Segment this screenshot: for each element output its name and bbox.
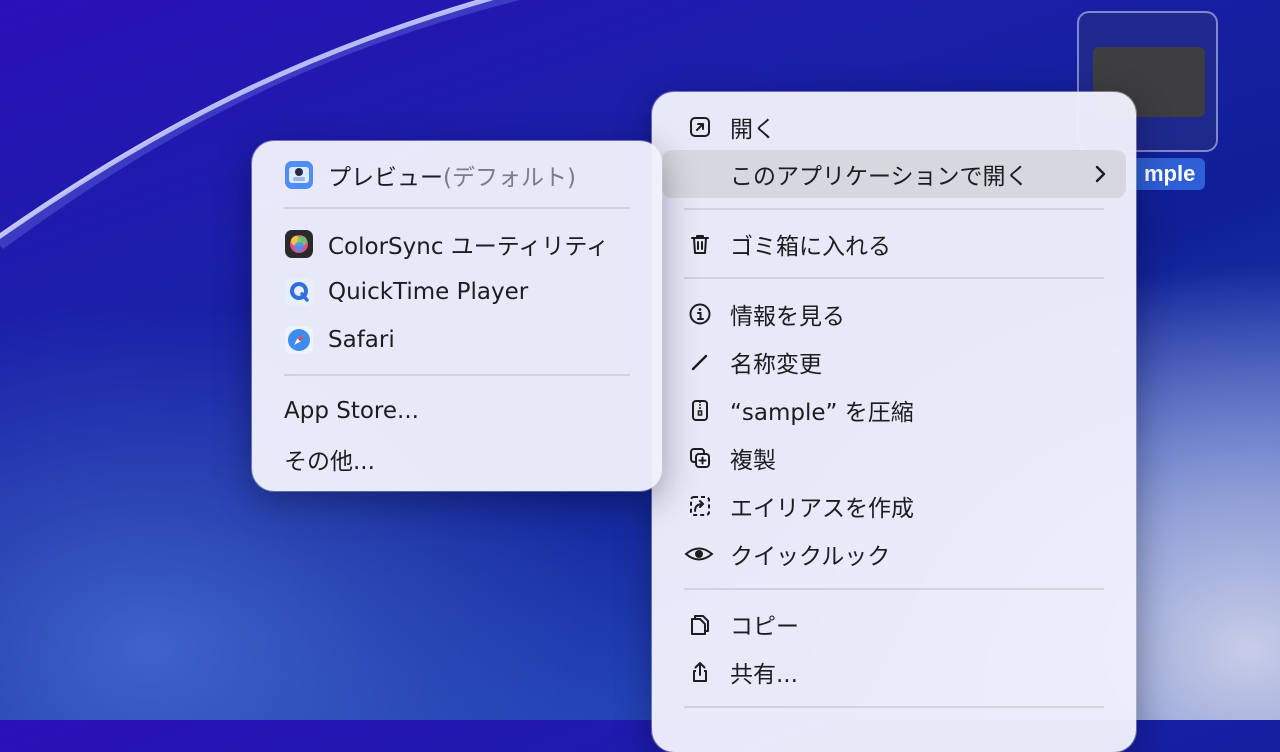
share-icon	[688, 660, 712, 684]
submenu-item-label: App Store...	[284, 398, 419, 424]
submenu-item-other[interactable]: その他...	[262, 435, 652, 483]
menu-item-label: 開く	[730, 117, 776, 143]
menu-item-label: 情報を見る	[730, 304, 845, 330]
colorsync-app-icon	[284, 229, 314, 259]
eye-icon	[684, 542, 714, 566]
copy-docs-icon	[688, 612, 712, 636]
submenu-item-label: プレビュー	[328, 165, 443, 191]
trash-icon	[688, 232, 712, 256]
duplicate-icon	[688, 446, 712, 470]
menu-item-open[interactable]: 開く	[662, 103, 1126, 151]
preview-app-icon	[284, 160, 314, 190]
menu-separator	[284, 374, 630, 376]
submenu-item-label: Safari	[328, 327, 395, 353]
menu-separator	[684, 706, 1104, 708]
menu-item-share[interactable]: 共有...	[662, 648, 1126, 696]
zip-archive-icon	[688, 398, 712, 422]
menu-item-trash[interactable]: ゴミ箱に入れる	[662, 220, 1126, 268]
menu-item-label: 名称変更	[730, 352, 822, 378]
submenu-item-colorsync[interactable]: ColorSync ユーティリティ	[262, 220, 652, 268]
menu-item-get-info[interactable]: 情報を見る	[662, 290, 1126, 338]
submenu-item-quicktime[interactable]: QuickTime Player	[262, 268, 652, 316]
submenu-item-label: その他...	[284, 449, 375, 475]
default-app-note: (デフォルト)	[443, 165, 576, 191]
safari-app-icon	[284, 325, 314, 355]
submenu-item-preview[interactable]: プレビュー(デフォルト)	[262, 151, 652, 199]
submenu-item-preview-text: プレビュー(デフォルト)	[328, 158, 576, 192]
info-circle-icon	[688, 302, 712, 326]
submenu-item-safari[interactable]: Safari	[262, 316, 652, 364]
menu-separator	[684, 208, 1104, 210]
menu-item-label: 共有...	[730, 662, 798, 688]
arrow-up-right-square-icon	[688, 115, 712, 139]
alias-icon	[688, 494, 712, 518]
menu-item-label: ゴミ箱に入れる	[730, 234, 891, 260]
open-with-submenu: プレビュー(デフォルト) ColorSync ユーティリティ QuickTime…	[252, 141, 662, 491]
context-menu: 開く このアプリケーションで開く ゴミ箱に入れる 情報を見る 名称変更 “sam…	[652, 92, 1136, 752]
menu-separator	[284, 207, 630, 209]
menu-item-label: “sample” を圧縮	[730, 400, 914, 426]
submenu-item-app-store[interactable]: App Store...	[262, 387, 652, 435]
menu-item-rename[interactable]: 名称変更	[662, 338, 1126, 386]
menu-item-label: このアプリケーションで開く	[730, 164, 1029, 190]
menu-item-label: 複製	[730, 448, 776, 474]
menu-item-make-alias[interactable]: エイリアスを作成	[662, 482, 1126, 530]
submenu-item-label: ColorSync ユーティリティ	[328, 234, 610, 260]
menu-item-label: コピー	[730, 614, 799, 640]
menu-separator	[684, 588, 1104, 590]
pencil-icon	[688, 350, 712, 374]
menu-item-compress[interactable]: “sample” を圧縮	[662, 386, 1126, 434]
menu-item-quick-look[interactable]: クイックルック	[662, 530, 1126, 578]
menu-item-duplicate[interactable]: 複製	[662, 434, 1126, 482]
menu-item-label: クイックルック	[730, 544, 891, 570]
menu-item-copy[interactable]: コピー	[662, 600, 1126, 648]
menu-item-label: エイリアスを作成	[730, 496, 914, 522]
chevron-right-icon	[1088, 162, 1112, 186]
menu-separator	[684, 277, 1104, 279]
submenu-item-label: QuickTime Player	[328, 279, 529, 305]
quicktime-app-icon	[284, 277, 314, 307]
menu-item-open-with[interactable]: このアプリケーションで開く	[662, 150, 1126, 198]
